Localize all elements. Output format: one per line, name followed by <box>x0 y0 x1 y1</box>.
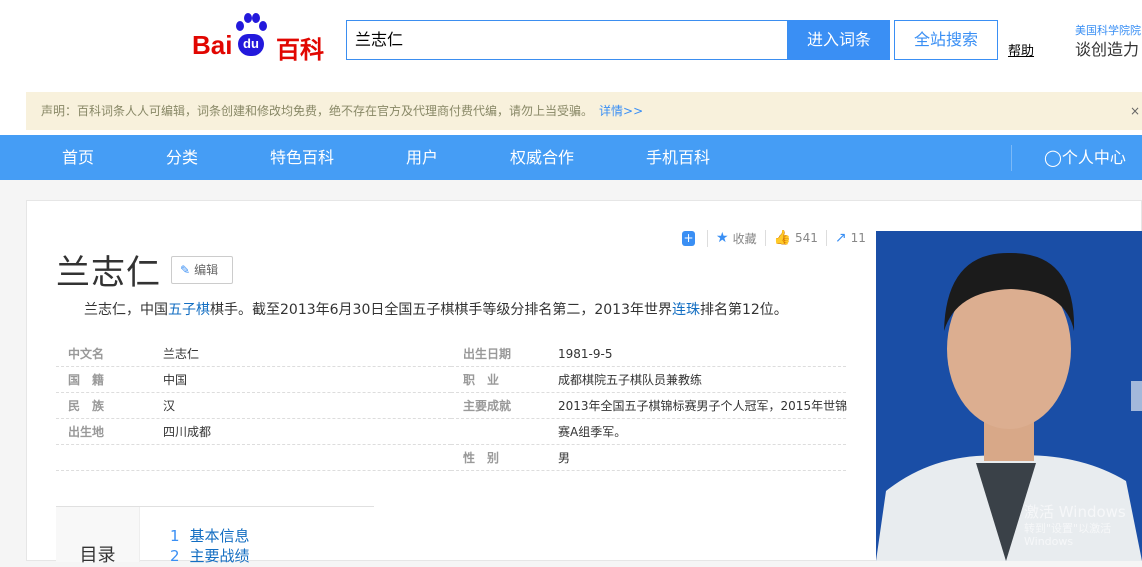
notice-details-link[interactable]: 详情>> <box>599 104 643 118</box>
star-icon: ★ <box>716 230 729 246</box>
link-gomoku[interactable]: 五子棋 <box>168 302 210 318</box>
info-row: 出生地 四川成都 <box>56 419 451 445</box>
logo-baike: 百科 <box>276 36 324 64</box>
info-row: 主要成就 2013年全国五子棋锦标赛男子个人冠军，2015年世锦 <box>451 393 847 419</box>
nav-user-center[interactable]: ◯个人中心 <box>1044 135 1126 180</box>
info-row <box>56 445 451 471</box>
ad-link[interactable]: 美国科学院院 <box>1075 24 1141 38</box>
logo-du: du <box>238 34 264 56</box>
page-title: 兰志仁 <box>56 253 161 293</box>
toc-item[interactable]: 1 基本信息 <box>170 525 250 546</box>
info-row: 民 族汉 <box>56 393 451 419</box>
info-row: 国 籍中国 <box>56 367 451 393</box>
link-renju[interactable]: 连珠 <box>672 302 700 318</box>
main-nav: 首页 分类 特色百科 用户 权威合作 手机百科 ◯个人中心 <box>0 135 1142 180</box>
notice-bar: 声明：百科词条人人可编辑，词条创建和修改均免费，绝不存在官方及代理商付费代编，请… <box>26 92 1142 130</box>
collect-label: 收藏 <box>732 231 757 246</box>
user-icon: ◯ <box>1044 148 1062 167</box>
nav-divider <box>1011 145 1012 171</box>
logo-bai: Bai <box>192 30 233 60</box>
edit-button[interactable]: ✎ 编辑 <box>171 256 233 284</box>
user-center-label: 个人中心 <box>1061 148 1126 167</box>
add-button[interactable]: + <box>682 230 707 246</box>
nav-category[interactable]: 分类 <box>166 135 198 180</box>
windows-watermark: 激活 Windows <box>1024 503 1126 521</box>
like-count: 541 <box>795 231 818 245</box>
entry-summary: 兰志仁，中国五子棋棋手。截至2013年6月30日全国五子棋棋手等级分排名第二，2… <box>84 302 788 318</box>
like-button[interactable]: 👍 541 <box>764 230 826 246</box>
info-row: 赛A组季军。 <box>451 419 846 445</box>
share-button[interactable]: ↗ 11 <box>825 230 874 246</box>
nav-mobile[interactable]: 手机百科 <box>646 135 710 180</box>
entry-tools: + ★ 收藏 👍 541 ↗ 11 <box>682 229 874 247</box>
pencil-icon: ✎ <box>180 263 191 277</box>
table-of-contents: 目录 1 基本信息 2 主要战绩 <box>56 506 374 566</box>
help-link[interactable]: 帮助 <box>1008 40 1034 59</box>
share-count: 11 <box>850 231 866 245</box>
toc-label: 目录 <box>56 507 140 566</box>
info-row: 出生日期 1981-9-5 <box>451 341 846 367</box>
ad-title[interactable]: 谈创造力 <box>1075 40 1141 60</box>
edit-label: 编辑 <box>194 263 219 277</box>
info-row: 性 别男 <box>451 445 846 471</box>
info-row: 中文名 兰志仁 <box>56 341 451 367</box>
info-row: 职 业成都棋院五子棋队员兼教练 <box>451 367 846 393</box>
plus-icon: + <box>682 230 695 246</box>
close-icon[interactable]: × <box>1130 92 1140 130</box>
notice-text: 声明：百科词条人人可编辑，词条创建和修改均免费，绝不存在官方及代理商付费代编，请… <box>41 104 594 118</box>
thumbs-up-icon: 👍 <box>773 230 792 246</box>
nav-users[interactable]: 用户 <box>406 135 438 180</box>
share-icon: ↗ <box>834 230 847 246</box>
header: Bai du 百科 兰志仁 进入词条 全站搜索 帮助 美国科学院院 谈创造力 声… <box>0 0 1142 135</box>
nav-partners[interactable]: 权威合作 <box>510 135 574 180</box>
toc-item[interactable]: 2 主要战绩 <box>170 545 250 566</box>
site-search-button[interactable]: 全站搜索 <box>894 20 998 60</box>
enter-entry-button[interactable]: 进入词条 <box>788 20 890 60</box>
collect-button[interactable]: ★ 收藏 <box>707 229 765 247</box>
nav-home[interactable]: 首页 <box>62 135 94 180</box>
baidu-baike-logo[interactable]: Bai du 百科 <box>192 12 332 64</box>
nav-featured[interactable]: 特色百科 <box>270 135 334 180</box>
windows-watermark-sub: 转到"设置"以激活 Windows <box>1024 522 1112 548</box>
search-input[interactable]: 兰志仁 <box>346 20 788 60</box>
